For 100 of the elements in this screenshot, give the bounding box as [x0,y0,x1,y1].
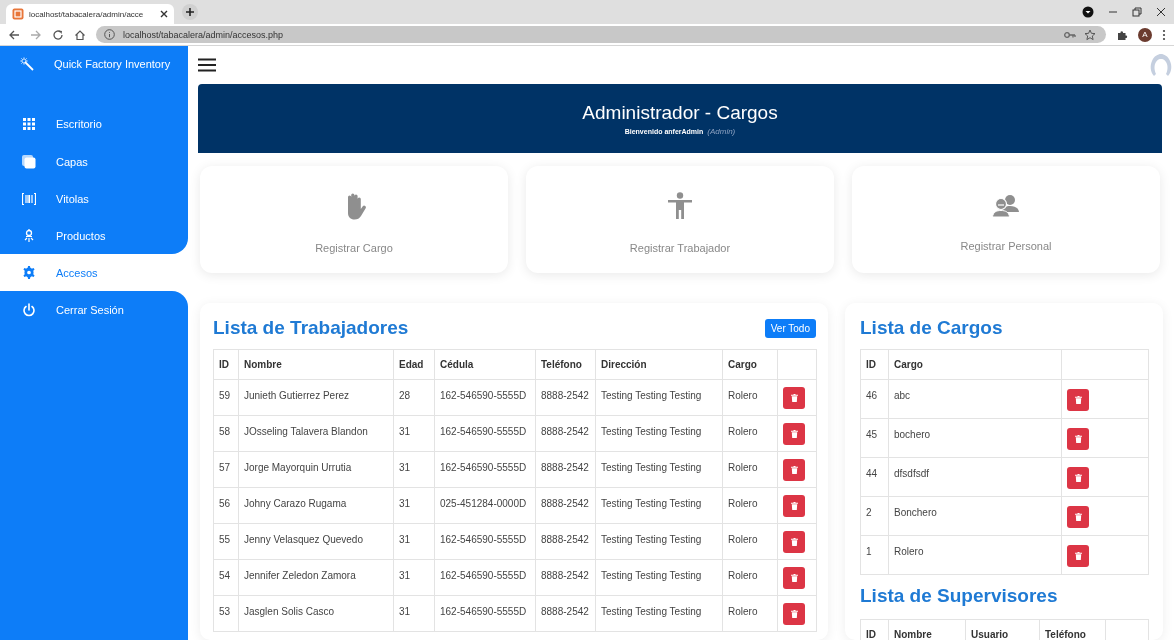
trash-icon [1074,552,1082,560]
info-icon [104,29,115,40]
puzzle-icon[interactable] [1116,28,1128,41]
delete-button[interactable] [783,423,805,445]
delete-button[interactable] [783,567,805,589]
table-cell: Testing Testing Testing [595,379,723,416]
delete-button[interactable] [783,459,805,481]
gear-icon [22,266,36,279]
trash-icon [790,394,798,402]
more-icon[interactable] [1162,28,1166,41]
table-cell: 8888-2542 [535,379,596,416]
column-header: Edad [393,349,435,380]
app-title: Quick Factory Inventory [54,57,171,70]
sidebar-item[interactable]: Capas [0,143,188,180]
home-icon[interactable] [74,28,86,41]
delete-button[interactable] [783,531,805,553]
section-title: Lista de Trabajadores [213,317,409,339]
table-cell: Testing Testing Testing [595,595,723,632]
column-header: Cargo [888,349,1062,380]
sidebar-item[interactable]: Escritorio [0,81,188,143]
sidebar-item[interactable]: Vitolas [0,180,188,217]
column-header: Cargo [722,349,778,380]
action-card[interactable]: Registrar Trabajador [526,166,834,273]
table-cell: 59 [213,379,239,416]
table-cell: 8888-2542 [535,523,596,560]
profile-avatar[interactable]: A [1138,27,1152,42]
table-cell: Testing Testing Testing [595,451,723,488]
table-cell: bochero [888,418,1062,458]
table-cell: 31 [393,415,435,452]
table-cell: 8888-2542 [535,415,596,452]
address-bar[interactable]: localhost/tabacalera/admin/accesos.php [96,26,1106,43]
table-cell: 44 [860,457,889,497]
close-icon[interactable] [1156,7,1166,17]
back-icon[interactable] [8,28,20,41]
action-label: Registrar Personal [960,239,1052,252]
column-header: Cédula [434,349,536,380]
delete-button[interactable] [1067,467,1089,489]
table-cell: Testing Testing Testing [595,559,723,596]
table-cell: 31 [393,487,435,524]
delete-button[interactable] [783,387,805,409]
table-cell: Bonchero [888,496,1062,536]
table-cell: 162-546590-5555D [434,379,536,416]
tab-title: localhost/tabacalera/admin/acce [29,9,145,19]
star-icon[interactable] [1084,28,1096,41]
close-icon[interactable] [160,10,168,18]
trash-icon [790,610,798,618]
trash-icon [790,430,798,438]
table-cell: JOsseling Talavera Blandon [238,415,394,452]
trash-icon [790,574,798,582]
delete-button[interactable] [1067,389,1089,411]
grid-icon [22,118,36,130]
sidebar-item[interactable]: Productos [0,217,188,254]
delete-button[interactable] [783,495,805,517]
new-tab-icon[interactable] [182,4,198,20]
trash-icon [790,502,798,510]
delete-button[interactable] [1067,506,1089,528]
table-cell: Testing Testing Testing [595,487,723,524]
table-cell: abc [888,379,1062,419]
trash-icon [790,466,798,474]
table-cell: Jorge Mayorquin Urrutia [238,451,394,488]
action-card[interactable]: Registrar Cargo [200,166,508,273]
table-cell: 31 [393,523,435,560]
power-icon [22,302,36,317]
table-cell: 8888-2542 [535,451,596,488]
table-cell: Johny Carazo Rugama [238,487,394,524]
table-cell: Rolero [722,595,778,632]
column-header: ID [213,349,239,380]
trash-icon [1074,435,1082,443]
table-cell: 53 [213,595,239,632]
table-cell: dfsdfsdf [888,457,1062,497]
forward-icon[interactable] [30,28,42,41]
view-all-button[interactable]: Ver Todo [764,318,816,338]
delete-button[interactable] [1067,545,1089,567]
table-cell: 31 [393,595,435,632]
delete-button[interactable] [783,603,805,625]
table-cell: 1 [860,535,889,575]
table-cell: Rolero [888,535,1062,575]
sidebar-item[interactable]: Cerrar Sesión [0,291,188,328]
action-label: Registrar Trabajador [629,241,731,254]
table-cell: 8888-2542 [535,559,596,596]
menu-icon[interactable] [198,58,216,72]
table-cell: 56 [213,487,239,524]
delete-button[interactable] [1067,428,1089,450]
table-cell: 55 [213,523,239,560]
table-cell: 28 [393,379,435,416]
table-cell: Jasglen Solis Casco [238,595,394,632]
reload-icon[interactable] [52,28,64,41]
table-cell: Testing Testing Testing [595,523,723,560]
media-control-icon[interactable] [1082,6,1094,18]
users-icon [992,193,1020,218]
restore-icon[interactable] [1132,7,1142,17]
table-cell: Rolero [722,451,778,488]
trash-icon [790,538,798,546]
table-cell: 46 [860,379,889,419]
table-cell: 025-451284-0000D [434,487,536,524]
table-cell: Rolero [722,379,778,416]
table-cell: Rolero [722,415,778,452]
key-icon[interactable] [1064,30,1076,39]
action-card[interactable]: Registrar Personal [852,166,1160,273]
browser-tab[interactable]: localhost/tabacalera/admin/acce [6,4,174,24]
